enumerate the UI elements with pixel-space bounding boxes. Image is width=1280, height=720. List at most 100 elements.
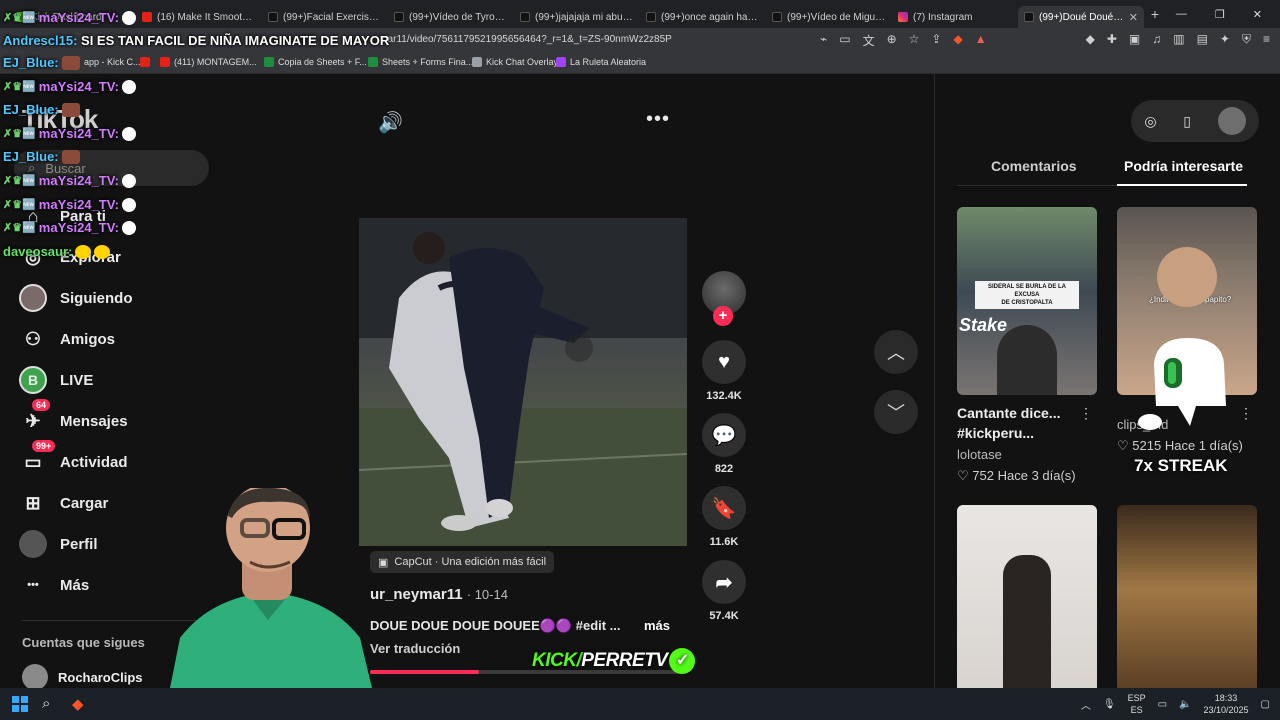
menu-icon[interactable]: ≡ bbox=[1263, 32, 1270, 47]
puzzle-icon[interactable]: ✚ bbox=[1107, 32, 1117, 47]
wallet-icon[interactable]: ▤ bbox=[1197, 32, 1208, 47]
install-icon[interactable]: ▭ bbox=[839, 32, 850, 49]
url-text[interactable]: nar11/video/7561179521995656464?_r=1&_t=… bbox=[382, 34, 672, 45]
share-arrow-icon[interactable]: ➦ bbox=[702, 560, 746, 604]
video-author[interactable]: ur_neymar11 · 10-14 bbox=[370, 586, 508, 603]
bookmark-item[interactable]: La Ruleta Aleatoria bbox=[556, 57, 646, 67]
share-icon[interactable]: ⇪ bbox=[931, 32, 941, 49]
bookmark-item[interactable]: app - Kick C... bbox=[70, 57, 141, 67]
capcut-chip[interactable]: ▣ CapCut · Una edición más fácil bbox=[370, 551, 555, 573]
stake-logo: Stake bbox=[959, 315, 1008, 335]
translate-link[interactable]: Ver traducción bbox=[370, 641, 460, 656]
bookmark-label: Sheets + Forms Fina... bbox=[382, 57, 474, 67]
chat-emote-icon bbox=[122, 173, 136, 188]
screenshot-icon[interactable]: ▣ bbox=[1129, 32, 1140, 47]
card-menu-icon[interactable]: ⋮ bbox=[1239, 405, 1253, 422]
browser-tab[interactable]: (99+)Vídeo de Tyrone_tim bbox=[388, 6, 514, 28]
device-icon[interactable]: ▯ bbox=[1183, 113, 1191, 130]
zoom-icon[interactable]: ⊕ bbox=[887, 32, 897, 49]
browser-tab[interactable]: (99+)Facial Exercises for M bbox=[262, 6, 388, 28]
brave-browser-icon[interactable]: ◆ bbox=[72, 695, 84, 713]
coin-icon[interactable]: ◎ bbox=[1144, 113, 1156, 130]
browser-tab[interactable]: (99+)Vídeo de Miguel 😊 ( bbox=[766, 6, 892, 28]
bookmark-favicon-icon bbox=[368, 57, 378, 67]
notification-icon[interactable]: ▢ bbox=[1261, 699, 1270, 710]
translate-icon[interactable]: 文 bbox=[863, 32, 875, 49]
share-action[interactable]: ➦ 57.4K bbox=[700, 560, 748, 622]
card-thumbnail bbox=[1117, 505, 1257, 693]
minimize-icon[interactable]: — bbox=[1176, 8, 1187, 21]
card-menu-icon[interactable]: ⋮ bbox=[1079, 405, 1093, 422]
reader-icon[interactable]: ⌁ bbox=[820, 32, 827, 49]
bookmark-item[interactable] bbox=[140, 57, 154, 67]
recommended-card[interactable]: SIDERAL SE BURLA DE LA EXCUSA DE CRISTOP… bbox=[957, 207, 1097, 484]
following-avatar-icon bbox=[18, 283, 48, 313]
browser-tab[interactable]: (99+)Doué Doué Doué Un ✕ bbox=[1018, 6, 1144, 28]
tab-podria-interesarte[interactable]: Podría interesarte bbox=[1124, 158, 1243, 174]
tiktok-icon bbox=[1024, 12, 1034, 22]
follow-plus-button[interactable]: + bbox=[713, 306, 733, 326]
leo-icon[interactable]: ✦ bbox=[1220, 32, 1230, 47]
sidebar-item-live[interactable]: B LIVE bbox=[18, 362, 218, 398]
tab-comentarios[interactable]: Comentarios bbox=[991, 158, 1077, 174]
media-icon[interactable]: ♫ bbox=[1152, 32, 1161, 47]
recommended-card[interactable] bbox=[1117, 505, 1257, 693]
browser-tab[interactable]: (7) Instagram bbox=[892, 6, 1018, 28]
shield-icon[interactable]: ◆ bbox=[953, 32, 962, 49]
bookmark-action[interactable]: 🔖 11.6K bbox=[700, 486, 748, 548]
browser-tab[interactable]: (99+)jajajaja mi abuelo #je bbox=[514, 6, 640, 28]
heart-outline-icon: ♡ bbox=[1117, 438, 1129, 453]
language-indicator[interactable]: ESP ES bbox=[1128, 692, 1146, 716]
rewards-icon[interactable]: ▲ bbox=[975, 32, 987, 49]
sidebar-item-label: Siguiendo bbox=[60, 289, 133, 307]
maximize-icon[interactable]: ❐ bbox=[1215, 8, 1225, 21]
search-taskbar-icon[interactable]: ⌕ bbox=[42, 695, 50, 712]
bookmark-star-icon[interactable]: ☆ bbox=[909, 32, 920, 49]
windows-start-icon[interactable] bbox=[12, 696, 28, 712]
sidebar-item-label: Amigos bbox=[60, 330, 116, 348]
following-account[interactable]: RocharoClips bbox=[22, 664, 143, 690]
sidebar-item-amigos[interactable]: ⚇ Amigos bbox=[18, 321, 218, 357]
close-window-icon[interactable]: ✕ bbox=[1253, 8, 1262, 21]
bookmark-item[interactable]: Copia de Sheets + F... bbox=[264, 57, 367, 67]
comment-icon[interactable]: 💬 bbox=[702, 413, 746, 457]
close-tab-icon[interactable]: ✕ bbox=[1129, 11, 1138, 24]
comment-action[interactable]: 💬 822 bbox=[700, 413, 748, 475]
heart-icon[interactable]: ♥ bbox=[702, 340, 746, 384]
sidebar-item-actividad[interactable]: ▭ 99+ Actividad bbox=[18, 440, 218, 480]
following-account-name: RocharoClips bbox=[58, 669, 143, 685]
sidebar-item-mensajes[interactable]: ✈ 64 Mensajes bbox=[18, 399, 218, 439]
new-tab-button[interactable]: + bbox=[1144, 6, 1166, 22]
microphone-icon[interactable]: 🎙 bbox=[1103, 699, 1116, 710]
volume-icon[interactable]: 🔊 bbox=[378, 110, 403, 135]
bookmark-item[interactable]: Sheets + Forms Fina... bbox=[368, 57, 473, 67]
recommended-card[interactable] bbox=[957, 505, 1097, 693]
more-options-icon[interactable]: ••• bbox=[646, 108, 670, 131]
volume-tray-icon[interactable]: 🔈 bbox=[1179, 699, 1191, 710]
tiktok-icon bbox=[268, 12, 278, 22]
user-avatar[interactable] bbox=[1217, 107, 1246, 135]
browser-tab[interactable]: (16) Make It Smooth - You bbox=[136, 6, 262, 28]
bookmark-icon[interactable]: 🔖 bbox=[702, 486, 746, 530]
previous-video-button[interactable]: ︿ bbox=[874, 330, 918, 374]
like-action[interactable]: ♥ 132.4K bbox=[700, 340, 748, 402]
bookmark-favicon-icon bbox=[472, 57, 482, 67]
tab-title: (99+)once again have to t bbox=[661, 11, 760, 23]
see-more-link[interactable]: más bbox=[644, 618, 670, 633]
browser-tab[interactable]: (99+)once again have to t bbox=[640, 6, 766, 28]
card-thumbnail: SIDERAL SE BURLA DE LA EXCUSA DE CRISTOP… bbox=[957, 207, 1097, 395]
next-video-button[interactable]: ﹀ bbox=[874, 390, 918, 434]
clock[interactable]: 18:33 23/10/2025 bbox=[1204, 692, 1249, 716]
bookmark-item[interactable]: (411) MONTAGEM... bbox=[160, 57, 257, 67]
vpn-icon[interactable]: ⛨ bbox=[1242, 32, 1251, 47]
sidebar-item-siguiendo[interactable]: Siguiendo bbox=[18, 280, 218, 316]
bookmark-item[interactable]: Kick Chat Overlay bbox=[472, 57, 558, 67]
video-player[interactable] bbox=[359, 218, 687, 546]
network-icon[interactable]: ▭ bbox=[1158, 699, 1167, 710]
extension-icon[interactable]: ◆ bbox=[1086, 32, 1095, 47]
card-title: Cantante dice... #kickperu... bbox=[957, 405, 1061, 441]
chat-user: maYsi24_TV: bbox=[38, 220, 119, 235]
tray-chevron-icon[interactable]: ︿ bbox=[1081, 697, 1091, 712]
card-age: Hace 3 día(s) bbox=[997, 468, 1076, 483]
sidebar-icon[interactable]: ▥ bbox=[1173, 32, 1184, 47]
